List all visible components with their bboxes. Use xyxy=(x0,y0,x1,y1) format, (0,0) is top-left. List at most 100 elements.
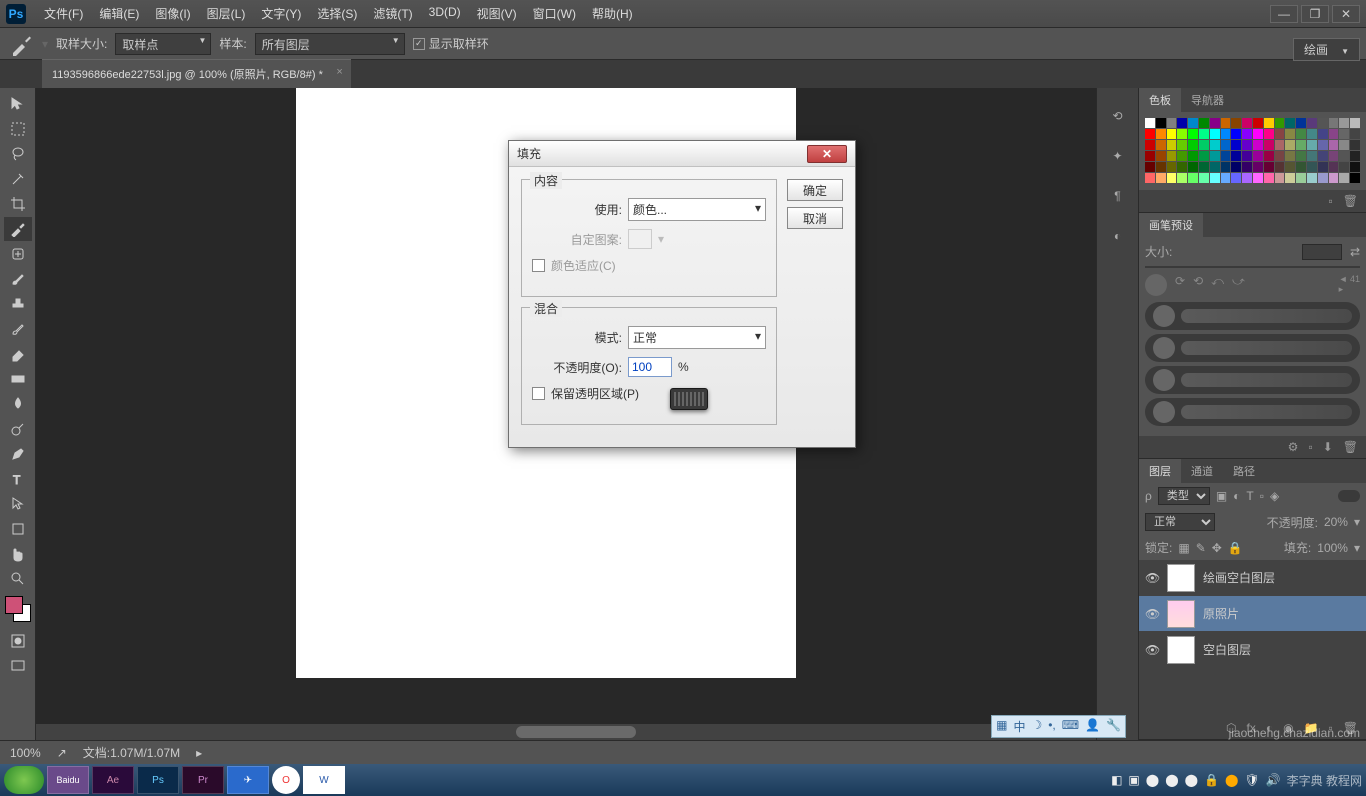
stamp-tool[interactable] xyxy=(4,292,32,316)
swatch[interactable] xyxy=(1177,129,1187,139)
swatch[interactable] xyxy=(1156,151,1166,161)
swatch[interactable] xyxy=(1318,140,1328,150)
swatch[interactable] xyxy=(1253,151,1263,161)
heal-tool[interactable] xyxy=(4,242,32,266)
swatch[interactable] xyxy=(1318,173,1328,183)
taskbar-item[interactable]: Ae xyxy=(92,766,134,794)
opacity-value[interactable]: 20% xyxy=(1324,515,1348,529)
swatch[interactable] xyxy=(1188,151,1198,161)
swatch[interactable] xyxy=(1275,173,1285,183)
lasso-tool[interactable] xyxy=(4,142,32,166)
wand-tool[interactable] xyxy=(4,167,32,191)
taskbar-item[interactable]: Baidu xyxy=(47,766,89,794)
history-icon[interactable]: ⟲ xyxy=(1106,104,1130,128)
menu-item[interactable]: 滤镜(T) xyxy=(365,1,420,26)
swatch[interactable] xyxy=(1167,140,1177,150)
swatch[interactable] xyxy=(1231,118,1241,128)
swatch[interactable] xyxy=(1307,173,1317,183)
swatch[interactable] xyxy=(1177,118,1187,128)
brush-preset[interactable] xyxy=(1145,366,1360,394)
lock-move-icon[interactable]: ✥ xyxy=(1212,541,1222,555)
ok-button[interactable]: 确定 xyxy=(787,179,843,201)
brush-opts-icon[interactable]: ⚙ xyxy=(1288,440,1299,454)
taskbar-item[interactable]: Pr xyxy=(182,766,224,794)
swatch[interactable] xyxy=(1167,118,1177,128)
visibility-icon[interactable]: 👁 xyxy=(1145,571,1159,585)
brush-tip-icon[interactable] xyxy=(1145,274,1167,296)
menu-item[interactable]: 窗口(W) xyxy=(525,1,584,26)
tab-layers[interactable]: 图层 xyxy=(1139,459,1181,483)
swatch[interactable] xyxy=(1307,162,1317,172)
pen-tool[interactable] xyxy=(4,442,32,466)
toggle-icon[interactable]: ⇄ xyxy=(1350,245,1360,259)
sample-size-select[interactable]: 取样点 xyxy=(115,33,211,55)
tab-swatches[interactable]: 色板 xyxy=(1139,88,1181,112)
swatch[interactable] xyxy=(1167,151,1177,161)
tab-brush[interactable]: 画笔预设 xyxy=(1139,213,1203,237)
swatch[interactable] xyxy=(1275,129,1285,139)
swatch[interactable] xyxy=(1264,151,1274,161)
swatch[interactable] xyxy=(1318,129,1328,139)
start-button[interactable] xyxy=(4,766,44,794)
swatch[interactable] xyxy=(1231,151,1241,161)
swatch[interactable] xyxy=(1177,140,1187,150)
swatch[interactable] xyxy=(1210,118,1220,128)
swatch[interactable] xyxy=(1264,140,1274,150)
swatch[interactable] xyxy=(1188,140,1198,150)
swatch[interactable] xyxy=(1199,140,1209,150)
dialog-close-button[interactable]: ✕ xyxy=(807,145,847,163)
swatch[interactable] xyxy=(1156,173,1166,183)
swatch[interactable] xyxy=(1296,162,1306,172)
swatch[interactable] xyxy=(1231,140,1241,150)
swatch[interactable] xyxy=(1253,173,1263,183)
gradient-tool[interactable] xyxy=(4,367,32,391)
zoom-level[interactable]: 100% xyxy=(10,746,41,760)
swatch[interactable] xyxy=(1210,173,1220,183)
swatch[interactable] xyxy=(1156,129,1166,139)
swatch[interactable] xyxy=(1350,118,1360,128)
use-select[interactable]: 颜色...▾ xyxy=(628,198,766,221)
swatch[interactable] xyxy=(1329,140,1339,150)
swatch[interactable] xyxy=(1242,140,1252,150)
swatches-grid[interactable] xyxy=(1139,112,1366,190)
swatch[interactable] xyxy=(1145,151,1155,161)
extension-toolbar[interactable]: ▦中☽•,⌨👤🔧 xyxy=(991,715,1126,738)
visibility-icon[interactable]: 👁 xyxy=(1145,607,1159,621)
swatch[interactable] xyxy=(1221,118,1231,128)
workspace-select[interactable]: 绘画 ▼ xyxy=(1293,38,1360,61)
swatch[interactable] xyxy=(1307,118,1317,128)
swatch[interactable] xyxy=(1231,162,1241,172)
eyedropper-tool[interactable] xyxy=(4,217,32,241)
color-swatches[interactable] xyxy=(5,596,31,622)
swatch[interactable] xyxy=(1285,173,1295,183)
swatch[interactable] xyxy=(1221,162,1231,172)
delete-brush-icon[interactable]: 🗑 xyxy=(1343,440,1358,454)
swatch[interactable] xyxy=(1231,173,1241,183)
swatch[interactable] xyxy=(1253,140,1263,150)
brush-preset[interactable] xyxy=(1145,302,1360,330)
swatch[interactable] xyxy=(1264,118,1274,128)
menu-item[interactable]: 选择(S) xyxy=(309,1,365,26)
swatch[interactable] xyxy=(1339,129,1349,139)
swatch[interactable] xyxy=(1167,129,1177,139)
taskbar-item[interactable]: O xyxy=(272,766,300,794)
swatch[interactable] xyxy=(1350,162,1360,172)
menu-item[interactable]: 3D(D) xyxy=(421,1,469,26)
swatch[interactable] xyxy=(1296,129,1306,139)
taskbar-item[interactable]: W xyxy=(303,766,345,794)
swatch[interactable] xyxy=(1188,118,1198,128)
mode-select[interactable]: 正常▾ xyxy=(628,326,766,349)
adjustments-icon[interactable]: ◐ xyxy=(1106,224,1130,248)
brush-preset[interactable] xyxy=(1145,398,1360,426)
swatch[interactable] xyxy=(1339,140,1349,150)
blur-tool[interactable] xyxy=(4,392,32,416)
menu-item[interactable]: 图层(L) xyxy=(199,1,254,26)
menu-item[interactable]: 帮助(H) xyxy=(584,1,641,26)
crop-tool[interactable] xyxy=(4,192,32,216)
character-icon[interactable]: ¶ xyxy=(1106,184,1130,208)
fill-value[interactable]: 100% xyxy=(1317,541,1348,555)
swatch[interactable] xyxy=(1242,151,1252,161)
menu-item[interactable]: 编辑(E) xyxy=(91,1,147,26)
swatch[interactable] xyxy=(1296,140,1306,150)
swatch[interactable] xyxy=(1156,118,1166,128)
